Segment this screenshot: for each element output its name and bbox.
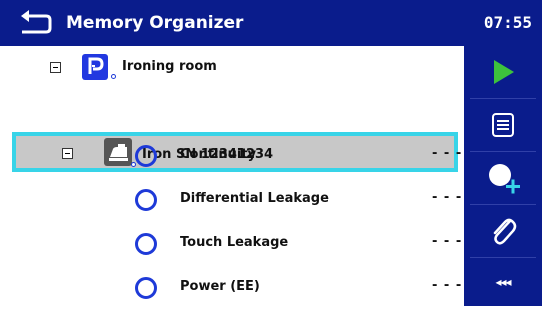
tree-node-test-differential-leakage[interactable]: Differential Leakage - - - xyxy=(0,178,464,222)
tree-node-location[interactable]: Ironing room xyxy=(0,46,464,90)
collapse-toggle[interactable] xyxy=(50,62,61,73)
paperclip-icon xyxy=(493,218,517,245)
add-node-button[interactable] xyxy=(464,152,542,204)
test-result-status: - - - xyxy=(432,146,463,161)
tree-node-test-continuity[interactable]: Continuity - - - xyxy=(0,134,464,178)
test-label: Power (EE) xyxy=(180,279,260,294)
test-result-status: - - - xyxy=(432,190,463,205)
test-label: Differential Leakage xyxy=(180,191,329,206)
clock-display: 07:55 xyxy=(483,13,532,32)
more-options-button[interactable]: ◂◂◂ xyxy=(464,258,542,306)
location-label: Ironing room xyxy=(122,59,217,74)
test-result-status: - - - xyxy=(432,234,463,249)
test-status-circle-icon xyxy=(135,145,157,167)
tree-node-test-power[interactable]: Power (EE) - - - xyxy=(0,266,464,310)
test-label: Touch Leakage xyxy=(180,235,289,250)
location-p-icon xyxy=(82,54,108,80)
test-status-circle-icon xyxy=(135,233,157,255)
action-sidebar: ◂◂◂ xyxy=(464,46,542,306)
test-result-status: - - - xyxy=(432,278,463,293)
add-circle-icon xyxy=(489,164,520,194)
start-test-button[interactable] xyxy=(464,46,542,98)
back-arrow-icon xyxy=(21,10,52,34)
back-button[interactable] xyxy=(18,8,56,38)
memory-tree: Ironing room Iron SN 12341234 Continuity… xyxy=(0,46,464,306)
test-status-circle-icon xyxy=(135,189,157,211)
view-results-button[interactable] xyxy=(464,99,542,151)
list-icon xyxy=(492,113,514,137)
attach-button[interactable] xyxy=(464,205,542,257)
node-connector-dot xyxy=(111,74,116,79)
tree-node-test-touch-leakage[interactable]: Touch Leakage - - - xyxy=(0,222,464,266)
test-label: Continuity xyxy=(180,147,257,162)
page-title: Memory Organizer xyxy=(66,13,244,33)
more-chevrons-icon: ◂◂◂ xyxy=(495,275,511,289)
test-status-circle-icon xyxy=(135,277,157,299)
header-bar: Memory Organizer 07:55 xyxy=(0,0,542,46)
play-icon xyxy=(494,60,514,84)
